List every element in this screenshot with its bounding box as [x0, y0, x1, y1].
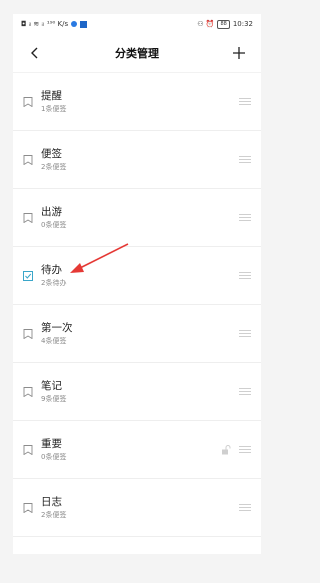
drag-handle-line: [239, 504, 251, 505]
status-icons: ⚇ ⏰: [197, 19, 215, 28]
category-row[interactable]: 提醒 1条便签: [13, 73, 261, 131]
category-name: 待办: [41, 264, 62, 276]
category-name: 出游: [41, 206, 62, 218]
back-button[interactable]: [25, 43, 45, 63]
plus-icon: [233, 47, 245, 59]
drag-handle-icon[interactable]: [239, 446, 251, 453]
drag-handle-line: [239, 394, 251, 395]
drag-handle-icon[interactable]: [239, 214, 251, 221]
back-arrow-icon: [31, 47, 38, 59]
category-count: 2条便签: [41, 163, 67, 171]
category-name: 提醒: [41, 90, 62, 102]
category-list: 提醒 1条便签 便签 2条便签 出游 0条便签 待办 2条待办 第一次 4条便签 笔记 9条便签 重要 0…: [13, 73, 261, 554]
drag-handle-line: [239, 330, 251, 331]
category-row[interactable]: 第一次 4条便签: [13, 305, 261, 363]
network-speed: ¹⁹⁰ K/s: [46, 19, 69, 28]
drag-handle-line: [239, 104, 251, 105]
category-row[interactable]: 待办 2条待办: [13, 247, 261, 305]
add-category-button[interactable]: [229, 43, 249, 63]
bookmark-icon: [23, 212, 33, 223]
drag-handle-icon[interactable]: [239, 272, 251, 279]
phone-screen: ◘ ᵢₗ ≋ ᵢₗ ¹⁹⁰ K/s ⚇ ⏰ 88 10:32 分类管理 提醒 1条…: [13, 14, 261, 554]
drag-handle-line: [239, 217, 251, 218]
drag-handle-line: [239, 388, 251, 389]
category-text: 出游 0条便签: [41, 205, 239, 230]
battery-icon: 88: [217, 19, 230, 29]
category-text: 笔记 9条便签: [41, 379, 239, 404]
category-row[interactable]: 重要 0条便签: [13, 421, 261, 479]
drag-handle-line: [239, 162, 251, 163]
category-name: 笔记: [41, 380, 62, 392]
drag-handle-line: [239, 507, 251, 508]
status-right: ⚇ ⏰ 88 10:32: [197, 19, 253, 29]
drag-handle-line: [239, 510, 251, 511]
category-count: 0条便签: [41, 453, 67, 461]
drag-handle-line: [239, 278, 251, 279]
category-row[interactable]: 日志 2条便签: [13, 479, 261, 537]
drag-handle-icon[interactable]: [239, 388, 251, 395]
lock-icon[interactable]: [221, 444, 231, 455]
category-text: 重要 0条便签: [41, 437, 221, 462]
drag-handle-line: [239, 391, 251, 392]
category-count: 0条便签: [41, 221, 67, 229]
category-text: 日志 2条便签: [41, 495, 239, 520]
category-text: 待办 2条待办: [41, 263, 239, 288]
app-notification-icon-2: [80, 20, 88, 28]
drag-handle-icon[interactable]: [239, 156, 251, 163]
drag-handle-icon[interactable]: [239, 98, 251, 105]
drag-handle-line: [239, 446, 251, 447]
category-count: 2条便签: [41, 511, 67, 519]
category-row[interactable]: 笔记 9条便签: [13, 363, 261, 421]
bookmark-icon: [23, 444, 33, 455]
category-name: 重要: [41, 438, 62, 450]
bookmark-icon: [23, 96, 33, 107]
clock: 10:32: [232, 19, 253, 28]
navigation-bar: 分类管理: [13, 34, 261, 73]
drag-handle-icon[interactable]: [239, 330, 251, 337]
category-name: 第一次: [41, 322, 73, 334]
bookmark-icon: [23, 154, 33, 165]
category-row[interactable]: 便签 2条便签: [13, 131, 261, 189]
drag-handle-line: [239, 449, 251, 450]
drag-handle-line: [239, 156, 251, 157]
status-left: ◘ ᵢₗ ≋ ᵢₗ ¹⁹⁰ K/s: [21, 19, 88, 28]
drag-handle-line: [239, 214, 251, 215]
drag-handle-line: [239, 336, 251, 337]
checkbox-icon: [23, 270, 33, 281]
category-text: 便签 2条便签: [41, 147, 239, 172]
category-count: 1条便签: [41, 105, 67, 113]
category-count: 4条便签: [41, 337, 67, 345]
drag-handle-line: [239, 159, 251, 160]
drag-handle-line: [239, 101, 251, 102]
drag-handle-line: [239, 220, 251, 221]
category-count: 2条待办: [41, 279, 67, 287]
category-name: 便签: [41, 148, 62, 160]
status-bar: ◘ ᵢₗ ≋ ᵢₗ ¹⁹⁰ K/s ⚇ ⏰ 88 10:32: [13, 14, 261, 34]
category-row[interactable]: 初稿: [13, 537, 261, 554]
page-title: 分类管理: [115, 47, 159, 60]
bookmark-icon: [23, 328, 33, 339]
drag-handle-line: [239, 452, 251, 453]
drag-handle-line: [239, 272, 251, 273]
drag-handle-line: [239, 98, 251, 99]
drag-handle-icon[interactable]: [239, 504, 251, 511]
signal-icons: ◘ ᵢₗ ≋ ᵢₗ: [21, 19, 44, 28]
drag-handle-line: [239, 275, 251, 276]
bookmark-icon: [23, 386, 33, 397]
category-name: 日志: [41, 496, 62, 508]
category-text: 第一次 4条便签: [41, 321, 239, 346]
category-row[interactable]: 出游 0条便签: [13, 189, 261, 247]
app-notification-icon: [71, 21, 78, 27]
category-text: 提醒 1条便签: [41, 89, 239, 114]
category-count: 9条便签: [41, 395, 67, 403]
bookmark-icon: [23, 502, 33, 513]
drag-handle-line: [239, 333, 251, 334]
